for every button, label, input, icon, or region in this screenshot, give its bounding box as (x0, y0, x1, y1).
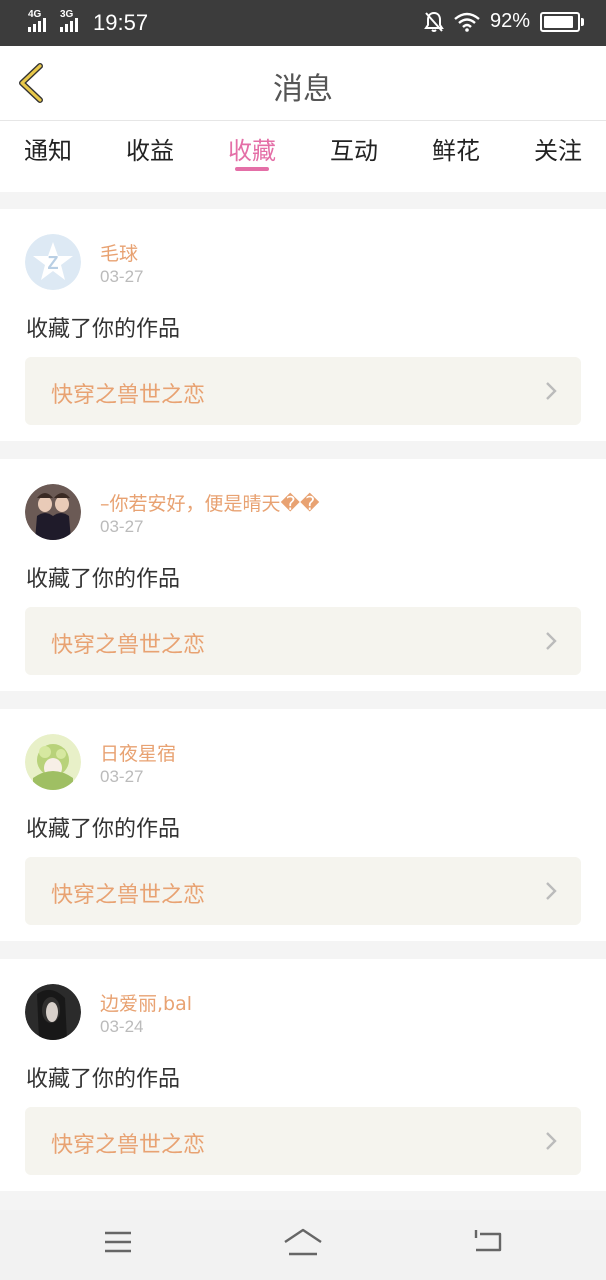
notification-date: 03-27 (100, 517, 144, 536)
chevron-right-icon (546, 1132, 557, 1150)
chevron-right-icon (546, 382, 557, 400)
work-link[interactable]: 快穿之兽世之恋 (25, 1107, 581, 1175)
user-name[interactable]: –你若安好，便是晴天�� (100, 489, 319, 516)
signal-indicators: 4G 3G (28, 9, 86, 32)
notification-action: 收藏了你的作品 (26, 317, 181, 342)
back-icon[interactable] (472, 1228, 504, 1256)
work-title: 快穿之兽世之恋 (51, 883, 206, 908)
system-nav-bar (0, 1210, 606, 1280)
battery-percent: 92% (489, 10, 530, 32)
wifi-icon (454, 12, 480, 32)
notification-date: 03-27 (100, 767, 144, 786)
chevron-right-icon (546, 882, 557, 900)
tab-favorites[interactable]: 收藏 (228, 121, 276, 192)
home-icon[interactable] (283, 1228, 323, 1258)
notification-card: 边爱丽,bal 03-24 收藏了你的作品 快穿之兽世之恋 (0, 959, 606, 1191)
svg-text:Z: Z (48, 253, 59, 273)
tab-notifications[interactable]: 通知 (24, 121, 72, 192)
notification-action: 收藏了你的作品 (26, 817, 181, 842)
status-time: 19:57 (93, 10, 149, 35)
avatar[interactable] (25, 734, 81, 790)
signal-icon-3g: 3G (60, 9, 86, 32)
page-title: 消息 (273, 72, 333, 107)
avatar[interactable] (25, 984, 81, 1040)
user-name[interactable]: 边爱丽,bal (100, 989, 192, 1016)
menu-icon[interactable] (103, 1228, 133, 1256)
tab-flowers[interactable]: 鲜花 (432, 121, 480, 192)
page-header: 消息 (0, 46, 606, 121)
tab-earnings[interactable]: 收益 (126, 121, 174, 192)
mute-bell-icon (424, 11, 444, 32)
signal-icon-4g: 4G (28, 9, 54, 32)
work-title: 快穿之兽世之恋 (51, 1133, 206, 1158)
work-link[interactable]: 快穿之兽世之恋 (25, 857, 581, 925)
notification-card: 日夜星宿 03-27 收藏了你的作品 快穿之兽世之恋 (0, 709, 606, 941)
work-link[interactable]: 快穿之兽世之恋 (25, 357, 581, 425)
avatar[interactable]: Z (25, 234, 81, 290)
chevron-right-icon (546, 632, 557, 650)
notification-date: 03-24 (100, 1017, 144, 1036)
work-title: 快穿之兽世之恋 (51, 633, 206, 658)
notification-card: Z 毛球 03-27 收藏了你的作品 快穿之兽世之恋 (0, 209, 606, 441)
notification-action: 收藏了你的作品 (26, 1067, 181, 1092)
tab-interactions[interactable]: 互动 (330, 121, 378, 192)
work-title: 快穿之兽世之恋 (51, 383, 206, 408)
notification-card: –你若安好，便是晴天�� 03-27 收藏了你的作品 快穿之兽世之恋 (0, 459, 606, 691)
user-name[interactable]: 日夜星宿 (100, 739, 176, 766)
work-link[interactable]: 快穿之兽世之恋 (25, 607, 581, 675)
tab-bar: 通知 收益 收藏 互动 鲜花 关注 (0, 121, 606, 192)
user-name[interactable]: 毛球 (100, 239, 138, 266)
status-bar: 4G 3G 19:57 92% (0, 0, 606, 46)
notification-date: 03-27 (100, 267, 144, 286)
tab-follows[interactable]: 关注 (534, 121, 582, 192)
notification-action: 收藏了你的作品 (26, 567, 181, 592)
battery-icon (540, 11, 584, 32)
avatar[interactable] (25, 484, 81, 540)
